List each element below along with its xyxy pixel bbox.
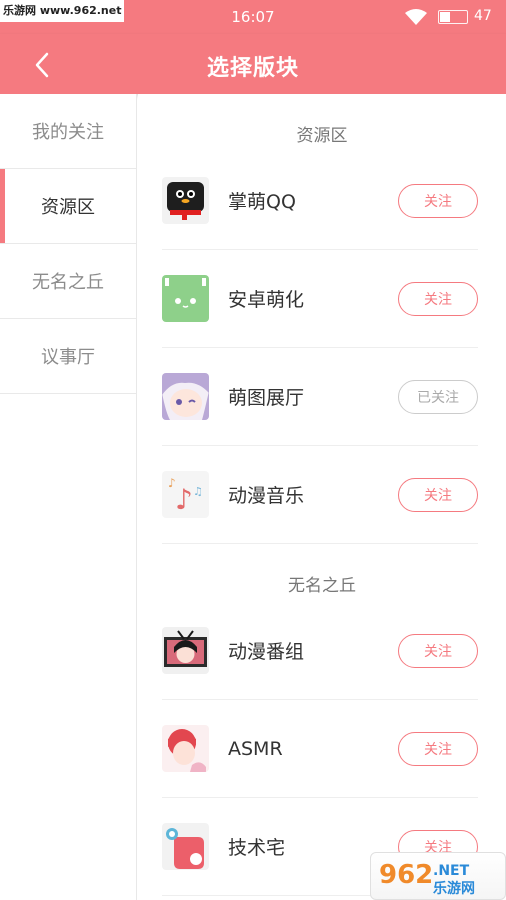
svg-text:♫: ♫ bbox=[193, 485, 203, 498]
wifi-icon bbox=[405, 9, 427, 25]
anime-girl-icon bbox=[162, 373, 209, 420]
watermark-logo: 962 .NET 乐游网 bbox=[370, 852, 506, 900]
sidebar-item-label: 资源区 bbox=[41, 197, 95, 218]
board-name: 萌图展厅 bbox=[228, 387, 305, 409]
sidebar: 我的关注 资源区 无名之丘 议事厅 bbox=[0, 94, 137, 900]
status-time: 16:07 bbox=[231, 8, 275, 26]
svg-text:♪: ♪ bbox=[168, 476, 176, 490]
follow-button[interactable]: 关注 bbox=[398, 477, 478, 512]
penguin-icon bbox=[162, 177, 209, 224]
board-name: 掌萌QQ bbox=[228, 191, 296, 213]
follow-button[interactable]: 关注 bbox=[398, 281, 478, 316]
list-item[interactable]: ASMR 关注 bbox=[162, 700, 478, 798]
android-icon bbox=[162, 275, 209, 322]
follow-button[interactable]: 关注 bbox=[398, 183, 478, 218]
list-item[interactable]: 掌萌QQ 关注 bbox=[162, 152, 478, 250]
board-name: 动漫番组 bbox=[228, 641, 305, 663]
battery-icon bbox=[438, 10, 468, 24]
board-name: ASMR bbox=[228, 737, 283, 760]
battery-level: 47 bbox=[474, 8, 492, 24]
sidebar-item-label: 我的关注 bbox=[32, 122, 104, 143]
follow-button[interactable]: 关注 bbox=[398, 731, 478, 766]
status-bar: 乐游网 www.962.net 16:07 47 bbox=[0, 0, 506, 34]
svg-text:.NET: .NET bbox=[433, 863, 470, 879]
svg-text:962: 962 bbox=[379, 860, 433, 890]
board-name: 安卓萌化 bbox=[228, 289, 305, 311]
list-item[interactable]: 安卓萌化 关注 bbox=[162, 250, 478, 348]
follow-button[interactable]: 关注 bbox=[398, 633, 478, 668]
anime-tv-icon bbox=[162, 627, 209, 674]
board-name: 动漫音乐 bbox=[228, 485, 305, 507]
list-item[interactable]: ♪ ♪ ♫ 动漫音乐 关注 bbox=[162, 446, 478, 544]
sidebar-item-council-hall[interactable]: 议事厅 bbox=[0, 319, 136, 394]
svg-text:乐游网: 乐游网 bbox=[433, 880, 475, 897]
sidebar-item-label: 无名之丘 bbox=[32, 272, 104, 293]
tech-shape-icon bbox=[162, 823, 209, 870]
sidebar-item-following[interactable]: 我的关注 bbox=[0, 94, 136, 169]
page-title: 选择版块 bbox=[206, 56, 299, 81]
asmr-girl-icon bbox=[162, 725, 209, 772]
sidebar-item-nameless-hill[interactable]: 无名之丘 bbox=[0, 244, 136, 319]
app-bar: 选择版块 bbox=[0, 34, 506, 94]
list-item[interactable]: 动漫番组 关注 bbox=[162, 602, 478, 700]
list-item[interactable]: 萌图展厅 已关注 bbox=[162, 348, 478, 446]
music-note-icon: ♪ ♪ ♫ bbox=[162, 471, 209, 518]
sidebar-item-resources[interactable]: 资源区 bbox=[0, 169, 136, 244]
sidebar-item-label: 议事厅 bbox=[41, 347, 95, 368]
board-list: 资源区 掌萌QQ 关注 安卓萌化 关注 萌图展厅 已关注 ♪ ♪ ♫ 动漫音乐 … bbox=[138, 94, 506, 900]
svg-text:♪: ♪ bbox=[175, 483, 193, 516]
followed-button[interactable]: 已关注 bbox=[398, 379, 478, 414]
